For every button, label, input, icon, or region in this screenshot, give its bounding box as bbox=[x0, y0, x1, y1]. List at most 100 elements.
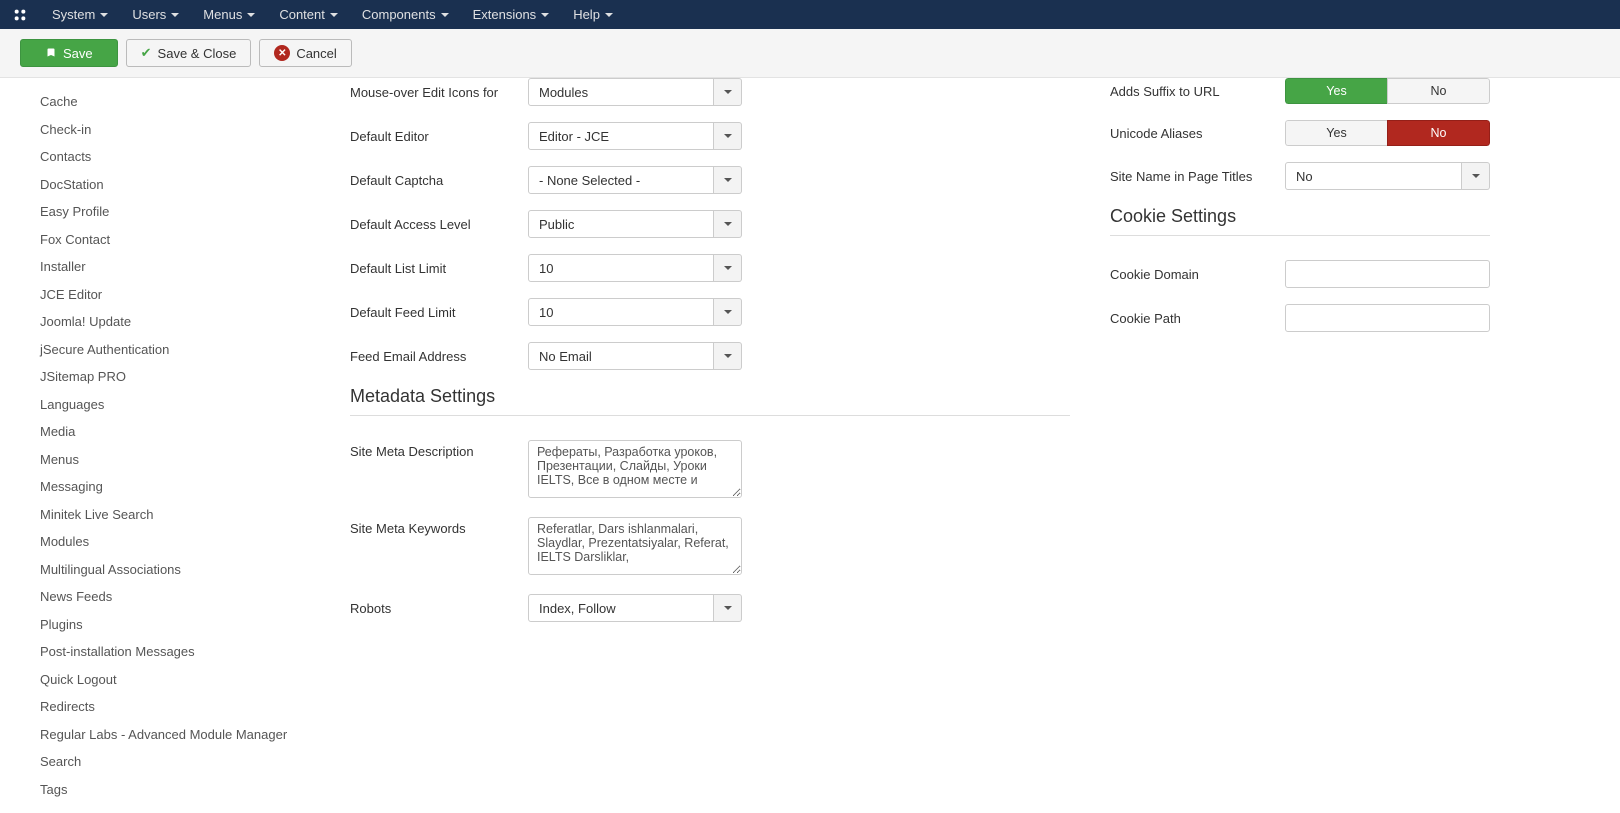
nav-label: Extensions bbox=[473, 7, 537, 22]
sidebar-item[interactable]: Installer bbox=[40, 253, 310, 281]
config-row: Default Feed Limit10 bbox=[350, 298, 1070, 326]
sidebar-item[interactable]: Redirects bbox=[40, 693, 310, 721]
config-row: Mouse-over Edit Icons forModules bbox=[350, 78, 1070, 106]
cookie-path-input[interactable] bbox=[1285, 304, 1490, 332]
metadata-settings-heading: Metadata Settings bbox=[350, 386, 1070, 416]
cancel-button[interactable]: ✕ Cancel bbox=[259, 39, 351, 67]
site-name-titles-row: Site Name in Page Titles No bbox=[1110, 162, 1490, 190]
sidebar-item[interactable]: Modules bbox=[40, 528, 310, 556]
unicode-aliases-no[interactable]: No bbox=[1387, 120, 1490, 146]
robots-row: Robots Index, Follow bbox=[350, 594, 1070, 622]
cookie-path-row: Cookie Path bbox=[1110, 304, 1490, 332]
unicode-aliases-yes[interactable]: Yes bbox=[1285, 120, 1387, 146]
config-value: - None Selected - bbox=[528, 166, 714, 194]
chevron-down-icon bbox=[1462, 162, 1490, 190]
cancel-label: Cancel bbox=[296, 46, 336, 61]
nav-label: Users bbox=[132, 7, 166, 22]
config-label: Default Captcha bbox=[350, 173, 528, 188]
unicode-aliases-label: Unicode Aliases bbox=[1110, 126, 1285, 141]
nav-label: Help bbox=[573, 7, 600, 22]
config-value: No Email bbox=[528, 342, 714, 370]
config-label: Default List Limit bbox=[350, 261, 528, 276]
config-select[interactable]: Editor - JCE bbox=[528, 122, 742, 150]
main-container: CacheCheck-inContactsDocStationEasy Prof… bbox=[0, 78, 1620, 813]
config-value: 10 bbox=[528, 298, 714, 326]
sidebar-item[interactable]: JCE Editor bbox=[40, 281, 310, 309]
nav-components[interactable]: Components bbox=[350, 0, 461, 29]
nav-users[interactable]: Users bbox=[120, 0, 191, 29]
sidebar-item[interactable]: Search bbox=[40, 748, 310, 776]
sidebar-item[interactable]: Contacts bbox=[40, 143, 310, 171]
sidebar-item[interactable]: Easy Profile bbox=[40, 198, 310, 226]
adds-suffix-toggle[interactable]: Yes No bbox=[1285, 78, 1490, 104]
sidebar-item[interactable]: Tags bbox=[40, 776, 310, 804]
config-select[interactable]: Public bbox=[528, 210, 742, 238]
config-select[interactable]: No Email bbox=[528, 342, 742, 370]
cookie-path-label: Cookie Path bbox=[1110, 311, 1285, 326]
config-label: Default Access Level bbox=[350, 217, 528, 232]
action-toolbar: Save ✔ Save & Close ✕ Cancel bbox=[0, 29, 1620, 78]
config-row: Default Captcha- None Selected - bbox=[350, 166, 1070, 194]
save-button[interactable]: Save bbox=[20, 39, 118, 67]
site-meta-keywords-textarea[interactable] bbox=[528, 517, 742, 575]
component-sidebar: CacheCheck-inContactsDocStationEasy Prof… bbox=[0, 78, 310, 813]
sidebar-item[interactable]: Quick Logout bbox=[40, 666, 310, 694]
sidebar-item[interactable]: DocStation bbox=[40, 171, 310, 199]
chevron-down-icon bbox=[714, 166, 742, 194]
sidebar-item[interactable]: Multilingual Associations bbox=[40, 556, 310, 584]
sidebar-item[interactable]: Minitek Live Search bbox=[40, 501, 310, 529]
nav-menus[interactable]: Menus bbox=[191, 0, 267, 29]
unicode-aliases-toggle[interactable]: Yes No bbox=[1285, 120, 1490, 146]
cookie-domain-input[interactable] bbox=[1285, 260, 1490, 288]
config-row: Feed Email AddressNo Email bbox=[350, 342, 1070, 370]
config-label: Feed Email Address bbox=[350, 349, 528, 364]
sidebar-item[interactable]: Post-installation Messages bbox=[40, 638, 310, 666]
sidebar-item[interactable]: Menus bbox=[40, 446, 310, 474]
nav-content[interactable]: Content bbox=[267, 0, 350, 29]
config-row: Default Access LevelPublic bbox=[350, 210, 1070, 238]
joomla-logo-icon bbox=[10, 5, 30, 25]
caret-down-icon bbox=[330, 13, 338, 17]
chevron-down-icon bbox=[714, 254, 742, 282]
site-name-titles-value: No bbox=[1285, 162, 1462, 190]
save-close-label: Save & Close bbox=[158, 46, 237, 61]
save-label: Save bbox=[63, 46, 93, 61]
adds-suffix-no[interactable]: No bbox=[1387, 78, 1490, 104]
sidebar-item[interactable]: Joomla! Update bbox=[40, 308, 310, 336]
config-select[interactable]: - None Selected - bbox=[528, 166, 742, 194]
sidebar-item[interactable]: Regular Labs - Advanced Module Manager bbox=[40, 721, 310, 749]
sidebar-item[interactable]: Messaging bbox=[40, 473, 310, 501]
seo-settings-column: Adds Suffix to URL Yes No Unicode Aliase… bbox=[1090, 78, 1510, 813]
site-meta-description-textarea[interactable] bbox=[528, 440, 742, 498]
robots-value: Index, Follow bbox=[528, 594, 714, 622]
config-select[interactable]: 10 bbox=[528, 298, 742, 326]
nav-extensions[interactable]: Extensions bbox=[461, 0, 562, 29]
cookie-domain-row: Cookie Domain bbox=[1110, 260, 1490, 288]
save-close-button[interactable]: ✔ Save & Close bbox=[126, 39, 252, 67]
sidebar-item[interactable]: Media bbox=[40, 418, 310, 446]
sidebar-item[interactable]: Check-in bbox=[40, 116, 310, 144]
adds-suffix-row: Adds Suffix to URL Yes No bbox=[1110, 78, 1490, 104]
site-name-titles-select[interactable]: No bbox=[1285, 162, 1490, 190]
sidebar-item[interactable]: Languages bbox=[40, 391, 310, 419]
config-value: Modules bbox=[528, 78, 714, 106]
config-select[interactable]: Modules bbox=[528, 78, 742, 106]
adds-suffix-yes[interactable]: Yes bbox=[1285, 78, 1387, 104]
nav-system[interactable]: System bbox=[40, 0, 120, 29]
config-select[interactable]: 10 bbox=[528, 254, 742, 282]
site-meta-description-label: Site Meta Description bbox=[350, 440, 528, 459]
sidebar-item[interactable]: Cache bbox=[40, 88, 310, 116]
site-meta-keywords-row: Site Meta Keywords bbox=[350, 517, 1070, 578]
config-label: Mouse-over Edit Icons for bbox=[350, 85, 528, 100]
robots-select[interactable]: Index, Follow bbox=[528, 594, 742, 622]
sidebar-item[interactable]: JSitemap PRO bbox=[40, 363, 310, 391]
nav-help[interactable]: Help bbox=[561, 0, 625, 29]
sidebar-item[interactable]: jSecure Authentication bbox=[40, 336, 310, 364]
sidebar-item[interactable]: News Feeds bbox=[40, 583, 310, 611]
chevron-down-icon bbox=[714, 298, 742, 326]
sidebar-item[interactable]: Plugins bbox=[40, 611, 310, 639]
caret-down-icon bbox=[247, 13, 255, 17]
chevron-down-icon bbox=[714, 78, 742, 106]
sidebar-item[interactable]: Fox Contact bbox=[40, 226, 310, 254]
site-settings-column: Mouse-over Edit Icons forModules Default … bbox=[330, 78, 1090, 813]
